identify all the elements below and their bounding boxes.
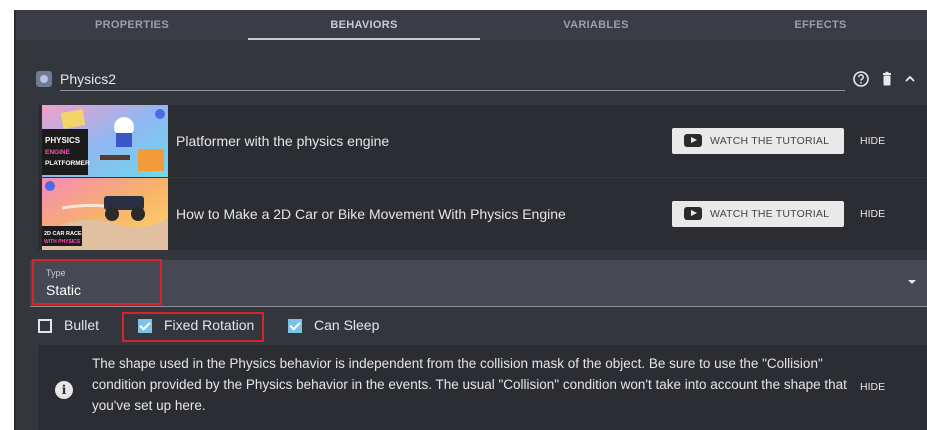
highlight-box-fixed-rotation: [122, 312, 264, 342]
tutorial-thumbnail: 2D CAR RACE WITH PHYSICS: [42, 178, 168, 250]
behavior-name-field[interactable]: Physics2: [60, 68, 845, 91]
tab-effects[interactable]: EFFECTS: [712, 10, 927, 40]
behaviors-panel: PROPERTIES BEHAVIORS VARIABLES EFFECTS P…: [14, 10, 927, 430]
thumb-text-physics: PHYSICS: [45, 136, 81, 145]
type-select[interactable]: Type Static: [30, 260, 927, 307]
tab-bar: PROPERTIES BEHAVIORS VARIABLES EFFECTS: [16, 10, 927, 40]
thumb-text-car-race: 2D CAR RACE: [44, 231, 82, 237]
dropdown-caret-icon: [908, 280, 916, 284]
checkbox-unchecked-icon: [38, 319, 52, 333]
tutorial-title: Platformer with the physics engine: [176, 133, 390, 149]
info-alert: i The shape used in the Physics behavior…: [38, 345, 927, 430]
chevron-up-icon[interactable]: [901, 70, 919, 88]
watch-tutorial-button[interactable]: WATCH THE TUTORIAL: [672, 128, 844, 154]
thumb-text-with-physics: WITH PHYSICS: [44, 239, 81, 245]
watch-tutorial-button[interactable]: WATCH THE TUTORIAL: [672, 201, 844, 227]
checkbox-checked-icon: [288, 319, 302, 333]
hide-tutorial-button[interactable]: HIDE: [860, 105, 885, 177]
bullet-label: Bullet: [64, 317, 100, 333]
hide-info-button[interactable]: HIDE: [860, 381, 885, 393]
tab-behaviors[interactable]: BEHAVIORS: [248, 10, 480, 40]
youtube-play-icon: [684, 207, 702, 220]
tab-properties[interactable]: PROPERTIES: [16, 10, 248, 40]
tab-variables[interactable]: VARIABLES: [480, 10, 712, 40]
thumb-text-engine: ENGINE: [45, 149, 71, 156]
tutorial-thumbnail: PHYSICS ENGINE PLATFORMER: [42, 105, 168, 177]
tutorial-card: PHYSICS ENGINE PLATFORMER Platformer wit…: [38, 105, 927, 177]
help-icon[interactable]: [852, 70, 870, 88]
hide-tutorial-button[interactable]: HIDE: [860, 178, 885, 250]
info-message: The shape used in the Physics behavior i…: [92, 356, 847, 413]
can-sleep-label: Can Sleep: [314, 317, 380, 333]
thumb-text-platformer: PLATFORMER: [45, 160, 90, 167]
watch-tutorial-label: WATCH THE TUTORIAL: [710, 208, 830, 220]
physics-behavior-icon: [36, 71, 52, 87]
highlight-box-type: [32, 259, 162, 305]
watch-tutorial-label: WATCH THE TUTORIAL: [710, 135, 830, 147]
info-icon: i: [55, 381, 73, 399]
trash-icon[interactable]: [878, 70, 896, 88]
tutorial-card: 2D CAR RACE WITH PHYSICS How to Make a 2…: [38, 178, 927, 250]
youtube-play-icon: [684, 134, 702, 147]
behavior-header: Physics2: [16, 58, 927, 100]
tutorial-title: How to Make a 2D Car or Bike Movement Wi…: [176, 206, 566, 222]
